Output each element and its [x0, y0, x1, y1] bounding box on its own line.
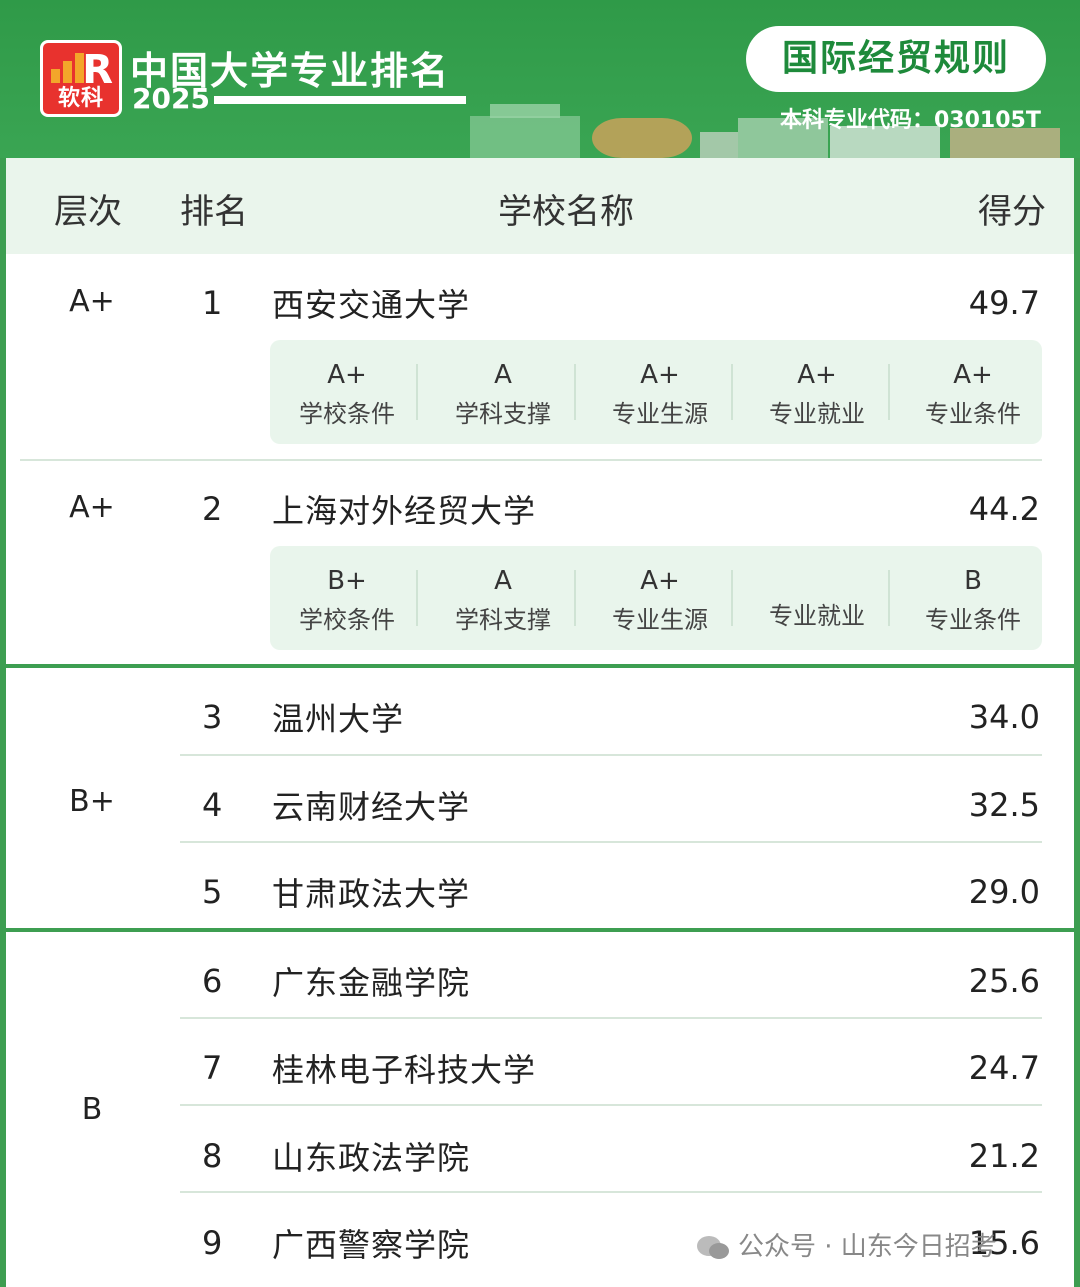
score-cell: 32.5: [968, 786, 1040, 824]
rank-cell: 4: [202, 786, 223, 824]
school-name[interactable]: 山东政法学院: [272, 1133, 470, 1179]
ruanke-logo: R 软科: [40, 40, 122, 117]
score-cell: 44.2: [968, 490, 1040, 528]
table-header: 层次 排名 学校名称 得分: [6, 158, 1074, 254]
row-divider: [20, 459, 1042, 461]
indicator-school-conditions: A+ 学校条件: [299, 360, 395, 428]
sub-indicator-panel: A+ 学校条件 A 学科支撑 A+ 专业生源 A+ 专业就业 A+ 专业条件: [270, 340, 1042, 444]
indicator-discipline-support: A 学科支撑: [455, 360, 551, 428]
rank-cell: 9: [202, 1224, 223, 1262]
indicator-school-conditions: B+ 学校条件: [299, 566, 395, 634]
indicator-discipline-support: A 学科支撑: [455, 566, 551, 634]
school-name[interactable]: 甘肃政法大学: [272, 869, 470, 915]
column-header-rank: 排名: [180, 192, 248, 232]
level-cell: A+: [69, 490, 115, 525]
rank-cell: 7: [202, 1049, 223, 1087]
sub-indicator-panel: B+ 学校条件 A 学科支撑 A+ 专业生源 专业就业 B 专业条件: [270, 546, 1042, 650]
indicator-student-source: A+ 专业生源: [612, 360, 708, 428]
wechat-icon: [696, 1234, 730, 1262]
score-cell: 34.0: [968, 698, 1040, 736]
score-cell: 29.0: [968, 873, 1040, 911]
row-divider: [180, 1191, 1042, 1193]
logo-text: 软科: [57, 86, 104, 111]
column-header-score: 得分: [978, 192, 1046, 232]
major-code: 本科专业代码：030105T: [780, 108, 1041, 133]
row-divider: [180, 1104, 1042, 1106]
school-name[interactable]: 西安交通大学: [272, 280, 470, 326]
school-name[interactable]: 桂林电子科技大学: [272, 1045, 536, 1091]
rank-cell: 5: [202, 873, 223, 911]
school-name[interactable]: 广西警察学院: [272, 1220, 470, 1266]
major-name-badge: 国际经贸规则: [746, 26, 1046, 92]
group-divider: [6, 928, 1074, 932]
column-header-school: 学校名称: [498, 192, 634, 232]
indicator-employment: A+ 专业就业: [769, 360, 865, 428]
level-cell: B+: [69, 784, 115, 819]
indicator-student-source: A+ 专业生源: [612, 566, 708, 634]
school-name[interactable]: 温州大学: [272, 694, 404, 740]
indicator-major-conditions: B 专业条件: [925, 566, 1021, 634]
title-underline: [214, 96, 466, 104]
score-cell: 24.7: [968, 1049, 1040, 1087]
row-divider: [180, 1017, 1042, 1019]
score-cell: 25.6: [968, 962, 1040, 1000]
score-cell: 21.2: [968, 1137, 1040, 1175]
indicator-employment: 专业就业: [769, 602, 865, 630]
level-cell: B: [81, 1092, 103, 1127]
rank-cell: 1: [202, 284, 223, 322]
score-cell: 49.7: [968, 284, 1040, 322]
rank-cell: 6: [202, 962, 223, 1000]
rank-cell: 3: [202, 698, 223, 736]
page-header: R 软科 中国大学专业排名 2025 国际经贸规则 本科专业代码：030105T: [0, 0, 1080, 158]
ranking-table: 层次 排名 学校名称 得分 A+ 1 西安交通大学 49.7 A+ 学校条件 A…: [6, 158, 1074, 1287]
watermark-text: 公众号 · 山东今日招考: [738, 1232, 997, 1262]
watermark: 公众号 · 山东今日招考: [696, 1226, 997, 1263]
indicator-major-conditions: A+ 专业条件: [925, 360, 1021, 428]
column-header-level: 层次: [54, 192, 122, 232]
group-divider: [6, 664, 1074, 668]
rank-cell: 2: [202, 490, 223, 528]
row-divider: [180, 754, 1042, 756]
school-name[interactable]: 云南财经大学: [272, 782, 470, 828]
school-name[interactable]: 上海对外经贸大学: [272, 486, 536, 532]
level-cell: A+: [69, 284, 115, 319]
ranking-year: 2025: [132, 82, 210, 115]
rank-cell: 8: [202, 1137, 223, 1175]
school-name[interactable]: 广东金融学院: [272, 958, 470, 1004]
row-divider: [180, 841, 1042, 843]
